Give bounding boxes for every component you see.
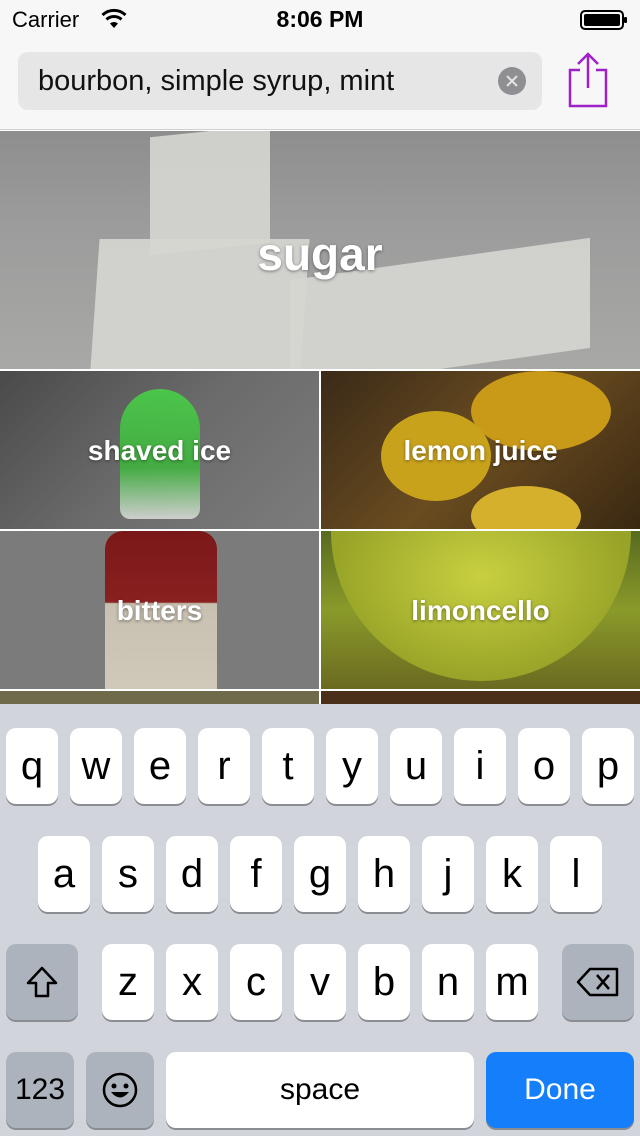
- ingredient-tile-limoncello[interactable]: limoncello: [321, 531, 640, 689]
- shift-icon: [26, 966, 58, 998]
- numbers-key[interactable]: 123: [6, 1052, 74, 1128]
- tile-label: lemon juice: [403, 435, 558, 466]
- key-u[interactable]: u: [390, 728, 442, 804]
- tile-label: shaved ice: [87, 435, 232, 466]
- clock: 8:06 PM: [276, 6, 364, 32]
- key-b[interactable]: b: [358, 944, 410, 1020]
- search-text: bourbon, simple syrup, mint: [38, 65, 395, 97]
- delete-key[interactable]: [562, 944, 634, 1020]
- key-h[interactable]: h: [358, 836, 410, 912]
- done-button[interactable]: Done: [486, 1052, 634, 1128]
- key-f[interactable]: f: [230, 836, 282, 912]
- search-header: bourbon, simple syrup, mint: [0, 40, 640, 130]
- shift-key[interactable]: [6, 944, 78, 1020]
- key-l[interactable]: l: [550, 836, 602, 912]
- battery-icon: [580, 10, 627, 30]
- lemon-image: [471, 486, 581, 529]
- key-n[interactable]: n: [422, 944, 474, 1020]
- status-bar: Carrier 8:06 PM: [0, 0, 640, 40]
- ingredient-tile-lemon-juice[interactable]: lemon juice: [321, 371, 640, 529]
- ingredient-tile-shaved-ice[interactable]: shaved ice: [0, 371, 319, 529]
- emoji-key[interactable]: [86, 1052, 154, 1128]
- share-icon[interactable]: [566, 52, 610, 108]
- ingredient-tile-bitters[interactable]: bitters: [0, 531, 319, 689]
- ingredient-tile-partial[interactable]: [321, 691, 640, 705]
- key-a[interactable]: a: [38, 836, 90, 912]
- key-e[interactable]: e: [134, 728, 186, 804]
- tile-label: limoncello: [411, 595, 550, 626]
- key-g[interactable]: g: [294, 836, 346, 912]
- clear-search-icon[interactable]: [498, 67, 526, 95]
- emoji-icon: [102, 1072, 138, 1108]
- key-v[interactable]: v: [294, 944, 346, 1020]
- key-o[interactable]: o: [518, 728, 570, 804]
- space-key[interactable]: space: [166, 1052, 474, 1128]
- key-s[interactable]: s: [102, 836, 154, 912]
- delete-icon: [576, 967, 619, 997]
- key-y[interactable]: y: [326, 728, 378, 804]
- key-w[interactable]: w: [70, 728, 122, 804]
- key-q[interactable]: q: [6, 728, 58, 804]
- key-j[interactable]: j: [422, 836, 474, 912]
- ingredient-tile-sugar[interactable]: sugar: [0, 131, 640, 369]
- key-i[interactable]: i: [454, 728, 506, 804]
- key-p[interactable]: p: [582, 728, 634, 804]
- key-d[interactable]: d: [166, 836, 218, 912]
- ingredient-tile-partial[interactable]: [0, 691, 319, 705]
- key-k[interactable]: k: [486, 836, 538, 912]
- key-x[interactable]: x: [166, 944, 218, 1020]
- key-t[interactable]: t: [262, 728, 314, 804]
- tile-label: bitters: [116, 595, 203, 626]
- tile-label: sugar: [257, 228, 383, 280]
- key-z[interactable]: z: [102, 944, 154, 1020]
- key-m[interactable]: m: [486, 944, 538, 1020]
- search-input[interactable]: bourbon, simple syrup, mint: [18, 52, 542, 110]
- key-r[interactable]: r: [198, 728, 250, 804]
- keyboard: q w e r t y u i o p a s d f g h j k l z …: [0, 704, 640, 1136]
- key-c[interactable]: c: [230, 944, 282, 1020]
